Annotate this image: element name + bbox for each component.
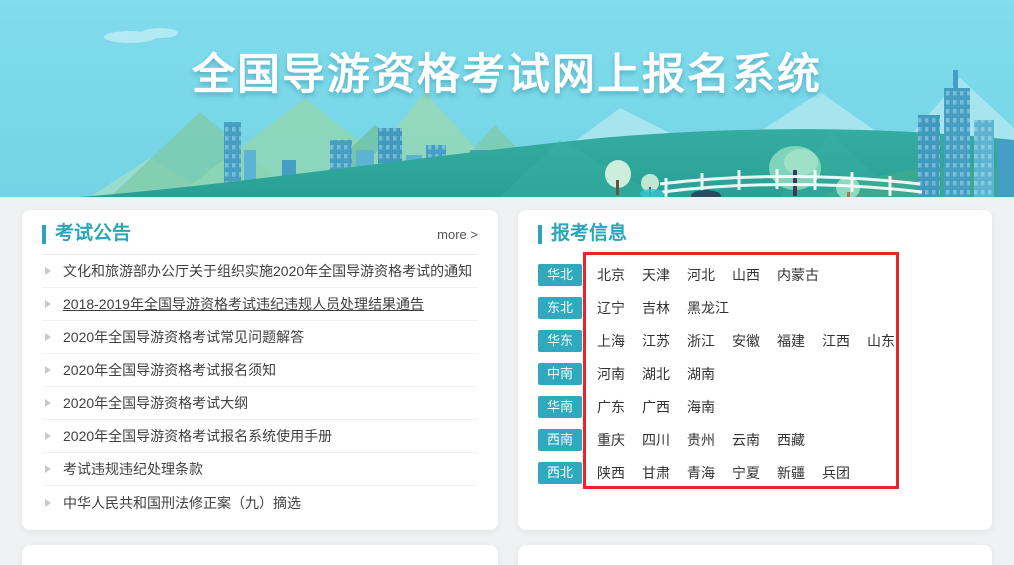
province-link[interactable]: 河南	[597, 364, 642, 384]
province-link[interactable]: 广东	[597, 397, 642, 417]
province-link[interactable]: 北京	[597, 265, 642, 285]
region-row: 中南 河南 湖北 湖南	[538, 357, 972, 390]
region-button[interactable]: 华东	[538, 329, 582, 352]
province-link[interactable]: 湖南	[687, 364, 732, 384]
province-link[interactable]: 江西	[822, 331, 867, 351]
announcement-item[interactable]: 2020年全国导游资格考试常见问题解答	[42, 321, 478, 354]
region-row: 华北 北京 天津 河北 山西 内蒙古	[538, 258, 972, 291]
province-link[interactable]: 辽宁	[597, 298, 642, 318]
announcement-link[interactable]: 2020年全国导游资格考试报名系统使用手册	[63, 426, 332, 446]
province-list: 北京 天津 河北 山西 内蒙古	[597, 265, 822, 285]
province-link[interactable]: 山东	[867, 331, 912, 351]
announcement-link[interactable]: 考试违规违纪处理条款	[63, 459, 203, 479]
region-button[interactable]: 华北	[538, 263, 582, 286]
announcement-item[interactable]: 2020年全国导游资格考试报名系统使用手册	[42, 420, 478, 453]
province-list: 广东 广西 海南	[597, 397, 732, 417]
region-row: 东北 辽宁 吉林 黑龙江	[538, 291, 972, 324]
region-button[interactable]: 东北	[538, 296, 582, 319]
province-link[interactable]: 安徽	[732, 331, 777, 351]
registration-title: 报考信息	[551, 223, 628, 244]
province-list: 陕西 甘肃 青海 宁夏 新疆 兵团	[597, 463, 867, 483]
province-link[interactable]: 内蒙古	[777, 265, 822, 285]
region-row: 西南 重庆 四川 贵州 云南 西藏	[538, 423, 972, 456]
province-link[interactable]: 福建	[777, 331, 822, 351]
more-link[interactable]: more >	[437, 227, 478, 242]
province-link[interactable]: 青海	[687, 463, 732, 483]
registration-card: 报考信息 华北 北京 天津 河北 山西 内蒙古 东北 辽宁 吉林 黑龙江 华东 上海 江苏 浙江…	[518, 210, 992, 530]
announcement-link[interactable]: 2020年全国导游资格考试大纲	[63, 393, 248, 413]
region-button[interactable]: 西南	[538, 428, 582, 451]
province-link[interactable]: 海南	[687, 397, 732, 417]
region-button[interactable]: 西北	[538, 461, 582, 484]
announcement-item[interactable]: 2020年全国导游资格考试大纲	[42, 387, 478, 420]
announcement-list: 文化和旅游部办公厅关于组织实施2020年全国导游资格考试的通知 2018-201…	[42, 255, 478, 519]
arrow-bullet-icon	[45, 498, 51, 507]
province-link[interactable]: 广西	[642, 397, 687, 417]
region-row: 华南 广东 广西 海南	[538, 390, 972, 423]
arrow-bullet-icon	[45, 300, 51, 308]
province-link[interactable]: 陕西	[597, 463, 642, 483]
banner: 全国导游资格考试网上报名系统	[0, 0, 1014, 197]
province-list: 河南 湖北 湖南	[597, 364, 732, 384]
province-list: 重庆 四川 贵州 云南 西藏	[597, 430, 822, 450]
announcement-link[interactable]: 2020年全国导游资格考试常见问题解答	[63, 327, 304, 347]
province-link[interactable]: 云南	[732, 430, 777, 450]
arrow-bullet-icon	[45, 333, 51, 341]
announcement-link[interactable]: 文化和旅游部办公厅关于组织实施2020年全国导游资格考试的通知	[63, 261, 472, 281]
announcement-item[interactable]: 2020年全国导游资格考试报名须知	[42, 354, 478, 387]
province-link[interactable]: 重庆	[597, 430, 642, 450]
announcement-link[interactable]: 中华人民共和国刑法修正案（九）摘选	[63, 493, 301, 513]
announcement-item[interactable]: 文化和旅游部办公厅关于组织实施2020年全国导游资格考试的通知	[42, 255, 478, 288]
region-button[interactable]: 华南	[538, 395, 582, 418]
announcement-item[interactable]: 2018-2019年全国导游资格考试违纪违规人员处理结果通告	[42, 288, 478, 321]
arrow-bullet-icon	[45, 465, 51, 473]
arrow-bullet-icon	[45, 432, 51, 440]
province-link[interactable]: 吉林	[642, 298, 687, 318]
announcement-link[interactable]: 2018-2019年全国导游资格考试违纪违规人员处理结果通告	[63, 294, 424, 314]
province-list: 辽宁 吉林 黑龙江	[597, 298, 732, 318]
region-table: 华北 北京 天津 河北 山西 内蒙古 东北 辽宁 吉林 黑龙江 华东 上海 江苏 浙江 安徽 福建江…	[538, 252, 972, 489]
arrow-bullet-icon	[45, 399, 51, 407]
registration-header: 报考信息	[538, 223, 972, 245]
partial-card	[518, 545, 992, 565]
announcements-title: 考试公告	[55, 223, 132, 244]
bottom-row	[0, 530, 1014, 565]
main-content: 考试公告 more > 文化和旅游部办公厅关于组织实施2020年全国导游资格考试…	[0, 197, 1014, 530]
announcements-header: 考试公告 more >	[42, 223, 478, 255]
province-link[interactable]: 甘肃	[642, 463, 687, 483]
partial-card	[22, 545, 498, 565]
announcement-link[interactable]: 2020年全国导游资格考试报名须知	[63, 360, 276, 380]
announcements-card: 考试公告 more > 文化和旅游部办公厅关于组织实施2020年全国导游资格考试…	[22, 210, 498, 530]
province-link[interactable]: 黑龙江	[687, 298, 732, 318]
arrow-bullet-icon	[45, 267, 51, 275]
accent-bar-icon	[42, 224, 46, 244]
province-link[interactable]: 四川	[642, 430, 687, 450]
region-row: 华东 上海 江苏 浙江 安徽 福建 江西 山东	[538, 324, 972, 357]
arrow-bullet-icon	[45, 366, 51, 374]
province-link[interactable]: 浙江	[687, 331, 732, 351]
province-list: 上海 江苏 浙江 安徽 福建 江西 山东	[597, 331, 912, 351]
province-link[interactable]: 贵州	[687, 430, 732, 450]
announcement-item[interactable]: 考试违规违纪处理条款	[42, 453, 478, 486]
region-button[interactable]: 中南	[538, 362, 582, 385]
province-link[interactable]: 兵团	[822, 463, 867, 483]
announcement-item[interactable]: 中华人民共和国刑法修正案（九）摘选	[42, 486, 478, 519]
province-link[interactable]: 湖北	[642, 364, 687, 384]
province-link[interactable]: 天津	[642, 265, 687, 285]
province-link[interactable]: 河北	[687, 265, 732, 285]
province-link[interactable]: 山西	[732, 265, 777, 285]
region-row: 西北 陕西 甘肃 青海 宁夏 新疆 兵团	[538, 456, 972, 489]
province-link[interactable]: 西藏	[777, 430, 822, 450]
province-link[interactable]: 江苏	[642, 331, 687, 351]
province-link[interactable]: 宁夏	[732, 463, 777, 483]
accent-bar-icon	[538, 224, 542, 244]
page-title: 全国导游资格考试网上报名系统	[192, 51, 822, 99]
province-link[interactable]: 上海	[597, 331, 642, 351]
province-link[interactable]: 新疆	[777, 463, 822, 483]
